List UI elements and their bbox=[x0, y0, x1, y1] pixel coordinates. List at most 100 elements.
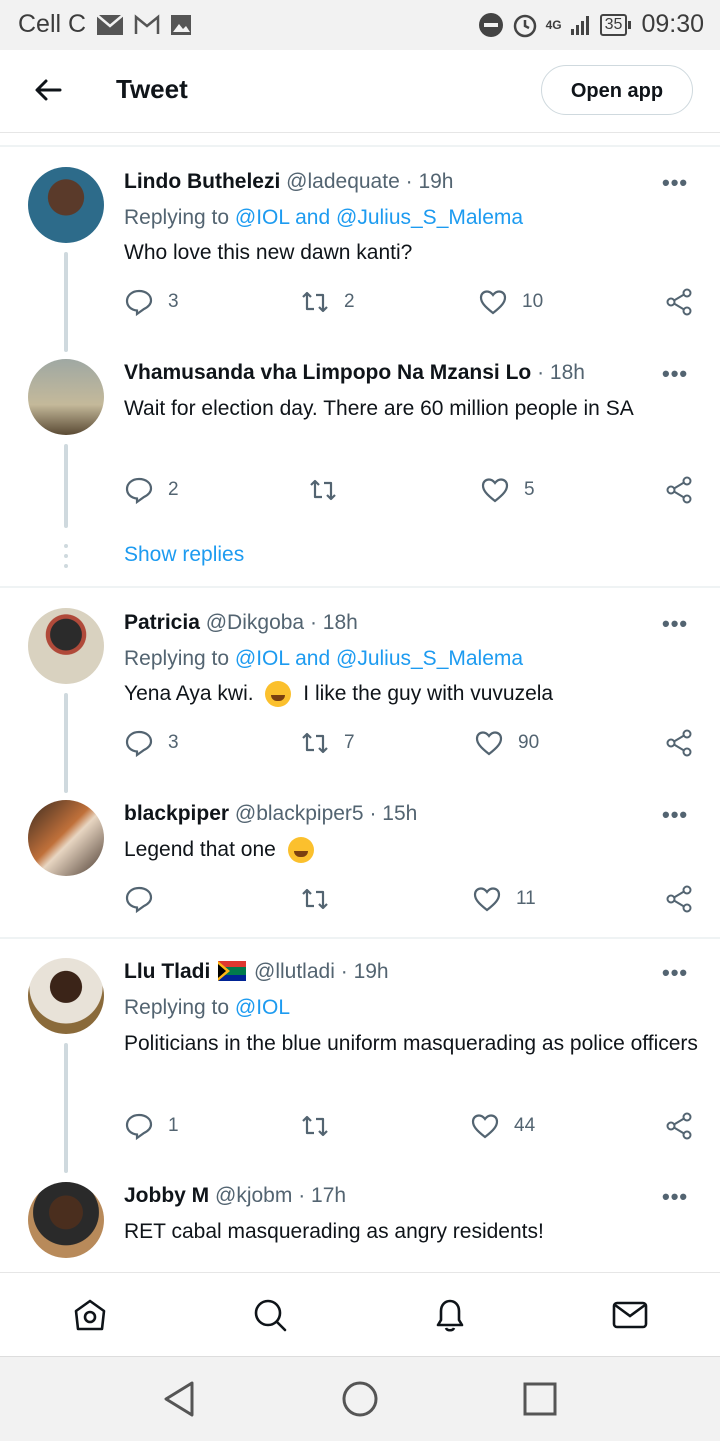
email-notification-icon bbox=[96, 13, 124, 35]
timestamp[interactable]: 19h bbox=[418, 170, 453, 193]
avatar[interactable] bbox=[28, 359, 104, 435]
share-button[interactable] bbox=[664, 1111, 694, 1141]
share-button[interactable] bbox=[664, 884, 694, 914]
like-count: 90 bbox=[518, 732, 540, 753]
share-button[interactable] bbox=[664, 475, 694, 505]
display-name[interactable]: blackpiper bbox=[124, 802, 229, 825]
timestamp[interactable]: 18h bbox=[323, 611, 358, 634]
separator: · bbox=[369, 802, 377, 825]
separator: · bbox=[298, 1184, 306, 1207]
avatar[interactable] bbox=[28, 608, 104, 684]
timestamp[interactable]: 18h bbox=[550, 361, 585, 384]
timestamp[interactable]: 19h bbox=[354, 960, 389, 983]
avatar[interactable] bbox=[28, 1182, 104, 1258]
handle[interactable]: @blackpiper5 bbox=[235, 802, 364, 825]
timestamp[interactable]: 15h bbox=[382, 802, 417, 825]
tweet-text: Politicians in the blue uniform masquera… bbox=[124, 1032, 698, 1055]
display-name[interactable]: Lindo Buthelezi bbox=[124, 170, 280, 193]
handle[interactable]: @llutladi bbox=[254, 960, 335, 983]
handle[interactable]: @kjobm bbox=[215, 1184, 292, 1207]
avatar[interactable] bbox=[28, 167, 104, 243]
more-options-button[interactable]: ••• bbox=[662, 802, 688, 828]
home-icon[interactable] bbox=[70, 1295, 110, 1335]
thread-line bbox=[64, 693, 68, 793]
replying-to-link[interactable]: @IOL and @Julius_S_Malema bbox=[235, 647, 523, 670]
reply-icon bbox=[125, 730, 153, 758]
like-count: 10 bbox=[522, 291, 544, 312]
reply-button[interactable]: 3 bbox=[124, 287, 179, 317]
avatar[interactable] bbox=[28, 958, 104, 1034]
reply-count: 2 bbox=[168, 479, 179, 500]
display-name[interactable]: Patricia bbox=[124, 611, 200, 634]
more-options-button[interactable]: ••• bbox=[662, 611, 688, 637]
tweet-text: RET cabal masquerading as angry resident… bbox=[124, 1220, 544, 1243]
search-icon[interactable] bbox=[250, 1295, 290, 1335]
more-options-button[interactable]: ••• bbox=[662, 170, 688, 196]
separator: · bbox=[405, 170, 413, 193]
like-button[interactable]: 5 bbox=[480, 475, 535, 505]
open-app-button[interactable]: Open app bbox=[541, 65, 693, 115]
thread-line bbox=[64, 444, 68, 528]
display-name[interactable]: Vhamusanda vha Limpopo Na Mzansi Lo bbox=[124, 361, 531, 384]
avatar[interactable] bbox=[28, 800, 104, 876]
retweet-icon bbox=[302, 732, 328, 754]
share-button[interactable] bbox=[664, 728, 694, 758]
like-count: 44 bbox=[514, 1115, 536, 1136]
separator: · bbox=[537, 361, 545, 384]
divider bbox=[0, 145, 720, 147]
show-replies-link[interactable]: Show replies bbox=[124, 543, 244, 567]
like-button[interactable]: 10 bbox=[478, 287, 543, 317]
notifications-icon[interactable] bbox=[430, 1295, 470, 1335]
reply-icon bbox=[125, 477, 153, 505]
like-button[interactable]: 11 bbox=[472, 884, 536, 914]
separator: · bbox=[309, 611, 317, 634]
tweet-header: Jobby M @kjobm · 17h bbox=[124, 1184, 346, 1208]
reply-button[interactable]: 2 bbox=[124, 475, 179, 505]
replying-prefix: Replying to bbox=[124, 647, 230, 670]
more-options-button[interactable]: ••• bbox=[662, 1184, 688, 1210]
tweet-text-part: Legend that one bbox=[124, 838, 276, 861]
like-button[interactable]: 44 bbox=[470, 1111, 535, 1141]
tweet-text: Wait for election day. There are 60 mill… bbox=[124, 397, 634, 420]
app-header: Tweet Open app bbox=[0, 50, 720, 133]
reply-button[interactable] bbox=[124, 884, 154, 914]
back-icon[interactable] bbox=[160, 1379, 200, 1419]
like-button[interactable]: 90 bbox=[474, 728, 539, 758]
retweet-button[interactable]: 7 bbox=[300, 728, 355, 758]
timestamp[interactable]: 17h bbox=[311, 1184, 346, 1207]
tweet-actions: 2 5 bbox=[124, 475, 699, 511]
retweet-button[interactable] bbox=[300, 1111, 330, 1141]
replying-to-link[interactable]: @IOL bbox=[235, 996, 290, 1019]
home-circle-icon[interactable] bbox=[340, 1379, 380, 1419]
back-arrow-icon[interactable] bbox=[30, 72, 66, 108]
recents-icon[interactable] bbox=[520, 1379, 560, 1419]
retweet-icon bbox=[302, 1115, 328, 1137]
retweet-icon bbox=[310, 479, 336, 501]
handle[interactable]: @ladequate bbox=[286, 170, 400, 193]
retweet-button[interactable] bbox=[308, 475, 338, 505]
display-name[interactable]: Llu Tladi bbox=[124, 960, 210, 983]
do-not-disturb-icon bbox=[478, 12, 503, 37]
replying-to-link[interactable]: @IOL and @Julius_S_Malema bbox=[235, 206, 523, 229]
display-name[interactable]: Jobby M bbox=[124, 1184, 209, 1207]
messages-icon[interactable] bbox=[610, 1295, 650, 1335]
share-icon bbox=[666, 729, 692, 757]
handle[interactable]: @Dikgoba bbox=[206, 611, 304, 634]
tweet-actions: 3 2 10 bbox=[124, 287, 699, 323]
tweet-text: Who love this new dawn kanti? bbox=[124, 241, 413, 264]
reply-button[interactable]: 3 bbox=[124, 728, 179, 758]
heart-icon bbox=[475, 731, 503, 756]
tweet-actions: 1 44 bbox=[124, 1111, 699, 1147]
more-options-button[interactable]: ••• bbox=[662, 361, 688, 387]
reply-button[interactable]: 1 bbox=[124, 1111, 179, 1141]
tweet-header: Llu Tladi @llutladi · 19h bbox=[124, 960, 389, 984]
tweet-text: Yena Aya kwi. I like the guy with vuvuze… bbox=[124, 678, 699, 710]
share-button[interactable] bbox=[664, 287, 694, 317]
share-icon bbox=[666, 885, 692, 913]
retweet-button[interactable]: 2 bbox=[300, 287, 355, 317]
tweet-header: Lindo Buthelezi @ladequate · 19h bbox=[124, 170, 453, 194]
clock: 09:30 bbox=[641, 10, 704, 38]
retweet-button[interactable] bbox=[300, 884, 330, 914]
more-options-button[interactable]: ••• bbox=[662, 960, 688, 986]
replying-to: Replying to @IOL bbox=[124, 996, 290, 1020]
